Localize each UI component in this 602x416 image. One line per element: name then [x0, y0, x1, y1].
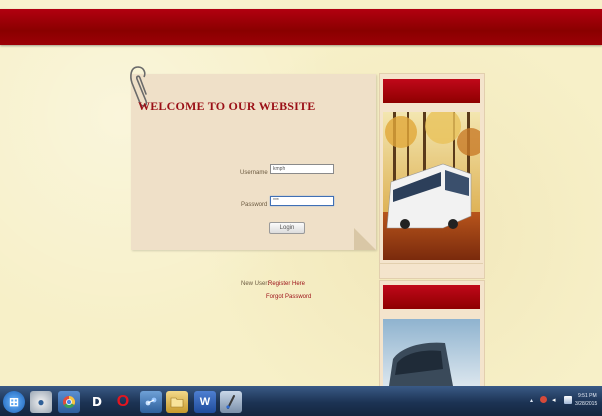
network-app-icon[interactable] [140, 391, 162, 413]
opera-icon[interactable]: O [112, 391, 134, 413]
username-label: Username [240, 170, 268, 176]
chrome-icon[interactable]: ● [30, 391, 52, 413]
password-label: Password [241, 202, 268, 208]
folder-icon[interactable] [166, 391, 188, 413]
forgot-password-link[interactable]: Forgot Password [266, 294, 311, 300]
welcome-title: WELCOME TO OUR WEBSITE [138, 99, 316, 113]
tray-app-icon[interactable] [540, 396, 547, 403]
bus-photo-sky [383, 319, 480, 386]
sidebar-divider [379, 263, 483, 264]
page-curl-decoration [354, 228, 376, 250]
register-link[interactable]: Register Here [268, 281, 305, 287]
clock-date[interactable]: 3/28/2015 [575, 401, 597, 407]
new-user-text: New User: [241, 281, 270, 287]
login-button[interactable]: Login [269, 222, 305, 234]
windows-start-icon[interactable]: ⊞ [3, 391, 25, 413]
clock-time[interactable]: 9:51 PM [578, 393, 597, 399]
username-input[interactable]: kmph [270, 164, 334, 174]
sidebar-panel-2-header [383, 285, 480, 309]
d-app-icon[interactable]: D [86, 391, 108, 413]
word-icon[interactable]: W [194, 391, 216, 413]
network-icon[interactable] [564, 396, 572, 404]
tray-arrow-icon[interactable]: ▴ [530, 398, 535, 404]
sidebar-panel-1-header [383, 79, 480, 103]
chrome-icon-2[interactable] [58, 391, 80, 413]
bus-photo-autumn [383, 112, 480, 260]
paint-icon[interactable] [220, 391, 242, 413]
password-input[interactable]: *** [270, 196, 334, 206]
site-header-bar [0, 9, 602, 45]
volume-icon[interactable]: ◂ [552, 396, 560, 404]
